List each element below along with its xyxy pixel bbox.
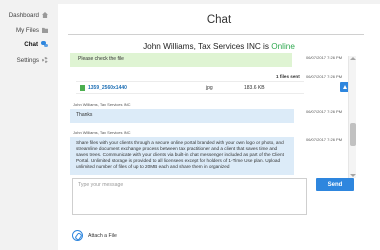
message-timestamp: 06/07/2017 7:26 PM	[306, 55, 343, 60]
chat-panel: Chat John Williams, Tax Services INC is …	[58, 4, 380, 250]
attach-file-button[interactable]: Attach a File	[72, 230, 117, 241]
home-icon	[42, 12, 48, 18]
sidebar-item-label: My Files	[15, 26, 39, 34]
folder-icon	[42, 27, 48, 33]
scroll-down-icon[interactable]	[350, 174, 356, 177]
contact-name: John Williams, Tax Services INC is	[143, 42, 269, 51]
file-name-link[interactable]: 1359_2560x1440	[88, 85, 206, 91]
sidebar: Dashboard My Files Chat Settings	[0, 0, 52, 250]
files-sent-count: 1 files sent	[276, 74, 300, 79]
sidebar-item-label: Chat	[24, 40, 38, 48]
chat-icon	[41, 41, 48, 47]
sidebar-item-settings[interactable]: Settings	[0, 54, 52, 66]
file-type: jpg	[206, 84, 213, 91]
send-button[interactable]: Send	[316, 178, 354, 191]
sidebar-item-dashboard[interactable]: Dashboard	[0, 9, 52, 21]
sidebar-item-my-files[interactable]: My Files	[0, 24, 52, 36]
message-text: Share files with your clients through a …	[76, 140, 284, 169]
file-size: 183.6 KB	[244, 84, 265, 91]
message-timestamp: 06/07/2017 7:26 PM	[306, 109, 343, 114]
message-text: Thanks	[76, 112, 93, 118]
incoming-message: Share files with your clients through a …	[70, 137, 294, 175]
message-timestamp: 06/07/2017 7:26 PM	[306, 74, 343, 79]
message-scrollbar[interactable]	[348, 56, 356, 178]
gear-icon	[42, 57, 48, 63]
scrollbar-thumb[interactable]	[350, 123, 356, 146]
incoming-message: Thanks	[70, 109, 294, 123]
sidebar-item-label: Dashboard	[8, 11, 39, 19]
message-sender: John Williams, Tax Services INC	[73, 102, 131, 107]
message-input[interactable]	[72, 178, 307, 215]
scroll-up-icon[interactable]	[350, 57, 356, 60]
outgoing-message: Please check the file	[70, 53, 292, 67]
paperclip-icon	[72, 230, 83, 241]
image-file-icon	[80, 84, 85, 91]
message-text: Please check the file	[78, 56, 124, 62]
file-row: 1359_2560x1440 jpg 183.6 KB	[76, 81, 304, 94]
sidebar-item-label: Settings	[16, 56, 39, 64]
contact-header: John Williams, Tax Services INC is Onlin…	[58, 42, 380, 51]
title-divider	[68, 34, 364, 35]
message-list: Please check the file 06/07/2017 7:26 PM…	[68, 53, 353, 175]
message-sender: John Williams, Tax Services INC	[73, 130, 131, 135]
message-timestamp: 06/07/2017 7:26 PM	[306, 137, 343, 142]
sidebar-item-chat[interactable]: Chat	[0, 38, 52, 50]
contact-status: Online	[271, 42, 295, 51]
attach-file-label: Attach a File	[88, 232, 117, 239]
page-title: Chat	[206, 14, 232, 26]
